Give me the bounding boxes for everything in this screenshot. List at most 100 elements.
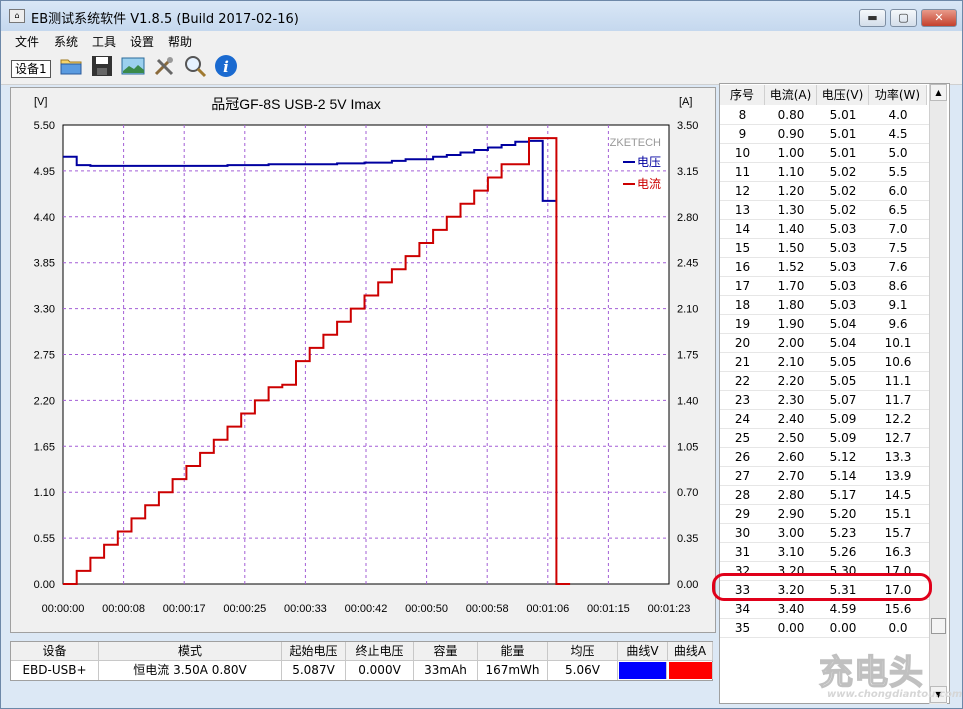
y-axis-label-right: [A] xyxy=(679,96,692,108)
cell-power: 15.7 xyxy=(884,526,912,540)
summary-header-curve-a: 曲线A xyxy=(668,642,713,661)
col-header-index[interactable]: 序号 xyxy=(720,85,765,105)
zoom-icon[interactable] xyxy=(183,54,207,78)
menu-file[interactable]: 文件 xyxy=(15,33,39,50)
info-icon[interactable]: i xyxy=(214,54,238,78)
y-tick-right: 2.80 xyxy=(677,212,698,224)
table-row[interactable]: 16 1.52 5.03 7.6 xyxy=(720,258,930,277)
table-row[interactable]: 8 0.80 5.01 4.0 xyxy=(720,106,930,125)
chart-panel: 5.50 4.95 4.40 3.85 3.30 2.75 2.20 1.65 1.10 0.55… xyxy=(10,87,716,633)
cell-power: 13.3 xyxy=(884,450,912,464)
menu-system[interactable]: 系统 xyxy=(54,33,78,50)
cell-current: 0.00 xyxy=(777,621,805,635)
table-row[interactable]: 31 3.10 5.26 16.3 xyxy=(720,543,930,562)
menu-help[interactable]: 帮助 xyxy=(168,33,192,50)
menu-settings[interactable]: 设置 xyxy=(130,33,154,50)
cell-index: 17 xyxy=(734,279,751,293)
table-row[interactable]: 35 0.00 0.00 0.0 xyxy=(720,619,930,638)
app-window: ⌂ EB测试系统软件 V1.8.5 (Build 2017-02-16) ▬ ▢… xyxy=(0,0,963,709)
curve-v-color-swatch[interactable] xyxy=(619,662,667,679)
table-row[interactable]: 15 1.50 5.03 7.5 xyxy=(720,239,930,258)
cell-index: 30 xyxy=(734,526,751,540)
device-tab[interactable]: 设备1 xyxy=(11,60,51,78)
cell-voltage: 5.03 xyxy=(829,298,857,312)
cell-voltage: 4.59 xyxy=(829,602,857,616)
cell-index: 14 xyxy=(734,222,751,236)
cell-current: 1.30 xyxy=(777,203,805,217)
menu-tools[interactable]: 工具 xyxy=(92,33,116,50)
row-highlight-annotation xyxy=(712,573,932,601)
table-row[interactable]: 29 2.90 5.20 15.1 xyxy=(720,505,930,524)
table-row[interactable]: 11 1.10 5.02 5.5 xyxy=(720,163,930,182)
summary-header-energy: 能量 xyxy=(478,642,548,661)
close-button[interactable]: ✕ xyxy=(921,9,957,27)
open-folder-icon[interactable] xyxy=(59,54,83,78)
cell-power: 6.0 xyxy=(888,184,908,198)
cell-current: 1.10 xyxy=(777,165,805,179)
col-header-power[interactable]: 功率(W) xyxy=(869,85,927,105)
maximize-button[interactable]: ▢ xyxy=(890,9,917,27)
table-row[interactable]: 20 2.00 5.04 10.1 xyxy=(720,334,930,353)
cell-current: 2.90 xyxy=(777,507,805,521)
scroll-up-icon[interactable]: ▲ xyxy=(930,84,947,101)
table-row[interactable]: 30 3.00 5.23 15.7 xyxy=(720,524,930,543)
table-row[interactable]: 14 1.40 5.03 7.0 xyxy=(720,220,930,239)
summary-header-start-voltage: 起始电压 xyxy=(282,642,346,661)
table-row[interactable]: 25 2.50 5.09 12.7 xyxy=(720,429,930,448)
col-header-current[interactable]: 电流(A) xyxy=(765,85,817,105)
col-header-voltage[interactable]: 电压(V) xyxy=(817,85,869,105)
x-tick-label: 00:00:58 xyxy=(466,603,509,615)
summary-mode: 恒电流 3.50A 0.80V xyxy=(99,661,282,680)
cell-power: 6.5 xyxy=(888,203,908,217)
cell-index: 22 xyxy=(734,374,751,388)
table-row[interactable]: 34 3.40 4.59 15.6 xyxy=(720,600,930,619)
y-tick-right: 0.00 xyxy=(677,579,698,591)
title-bar[interactable]: ⌂ EB测试系统软件 V1.8.5 (Build 2017-02-16) ▬ ▢… xyxy=(1,1,962,31)
curve-a-color-swatch[interactable] xyxy=(669,662,713,679)
legend-label-0: 电压 xyxy=(637,155,661,169)
cell-power: 13.9 xyxy=(884,469,912,483)
table-row[interactable]: 13 1.30 5.02 6.5 xyxy=(720,201,930,220)
cell-power: 4.5 xyxy=(888,127,908,141)
y-tick-left: 3.30 xyxy=(34,304,55,316)
cell-index: 27 xyxy=(734,469,751,483)
cell-index: 9 xyxy=(738,127,747,141)
table-row[interactable]: 28 2.80 5.17 14.5 xyxy=(720,486,930,505)
chart-image-icon[interactable] xyxy=(121,54,145,78)
cell-voltage: 5.14 xyxy=(829,469,857,483)
y-tick-right: 1.05 xyxy=(677,441,698,453)
table-row[interactable]: 18 1.80 5.03 9.1 xyxy=(720,296,930,315)
table-row[interactable]: 21 2.10 5.05 10.6 xyxy=(720,353,930,372)
table-row[interactable]: 12 1.20 5.02 6.0 xyxy=(720,182,930,201)
table-row[interactable]: 27 2.70 5.14 13.9 xyxy=(720,467,930,486)
table-row[interactable]: 9 0.90 5.01 4.5 xyxy=(720,125,930,144)
table-row[interactable]: 17 1.70 5.03 8.6 xyxy=(720,277,930,296)
table-scrollbar[interactable]: ▲ ▼ xyxy=(929,84,947,704)
table-row[interactable]: 26 2.60 5.12 13.3 xyxy=(720,448,930,467)
save-disk-icon[interactable] xyxy=(90,54,114,78)
scroll-thumb[interactable] xyxy=(931,618,946,634)
table-row[interactable]: 10 1.00 5.01 5.0 xyxy=(720,144,930,163)
summary-table: 设备 模式 起始电压 终止电压 容量 能量 均压 曲线V 曲线A EBD-USB… xyxy=(10,641,713,681)
cell-power: 10.1 xyxy=(884,336,912,350)
table-row[interactable]: 19 1.90 5.04 9.6 xyxy=(720,315,930,334)
summary-header-curve-v: 曲线V xyxy=(618,642,668,661)
table-row[interactable]: 23 2.30 5.07 11.7 xyxy=(720,391,930,410)
cell-voltage: 5.03 xyxy=(829,279,857,293)
cell-current: 1.20 xyxy=(777,184,805,198)
cell-voltage: 5.09 xyxy=(829,431,857,445)
table-row[interactable]: 22 2.20 5.05 11.1 xyxy=(720,372,930,391)
y-tick-left: 1.65 xyxy=(34,441,55,453)
cell-current: 2.70 xyxy=(777,469,805,483)
table-row[interactable]: 24 2.40 5.09 12.2 xyxy=(720,410,930,429)
window-title: EB测试系统软件 V1.8.5 (Build 2017-02-16) xyxy=(31,12,299,27)
minimize-button[interactable]: ▬ xyxy=(859,9,886,27)
tools-icon[interactable] xyxy=(152,54,176,78)
cell-voltage: 0.00 xyxy=(829,621,857,635)
cell-voltage: 5.03 xyxy=(829,260,857,274)
watermark-logo: 充电头 xyxy=(818,652,924,693)
y-tick-right: 3.50 xyxy=(677,120,698,132)
cell-current: 0.90 xyxy=(777,127,805,141)
cell-voltage: 5.04 xyxy=(829,336,857,350)
y-tick-left: 2.75 xyxy=(34,350,55,362)
